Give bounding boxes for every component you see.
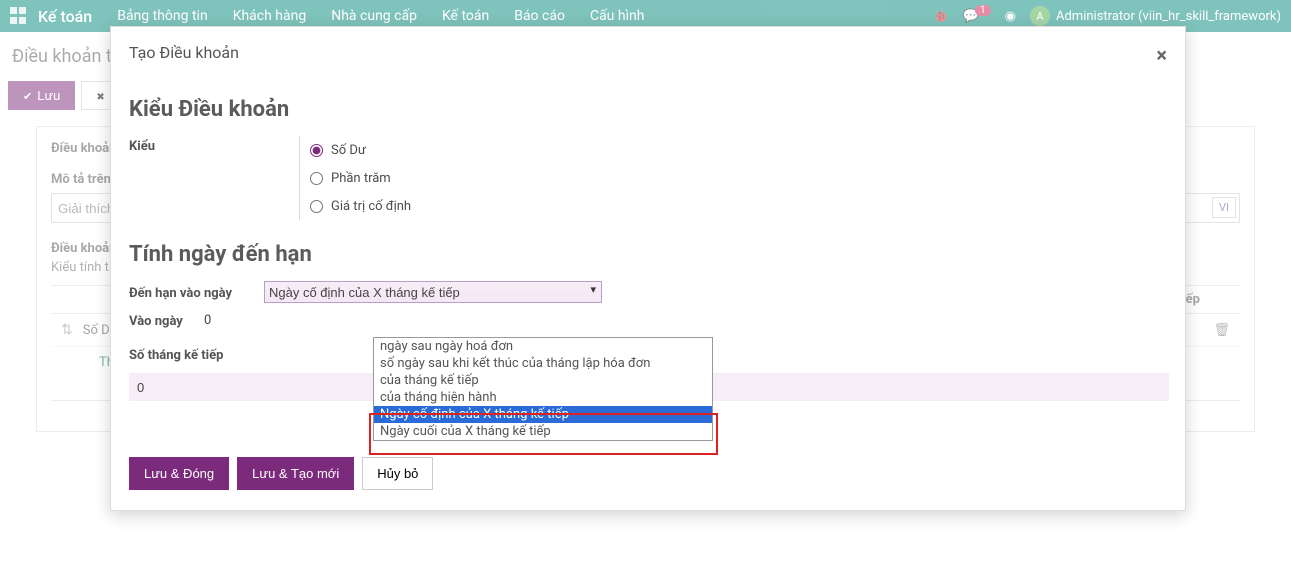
help-icon[interactable]: ◉ bbox=[1005, 9, 1016, 24]
radio-fixed-label: Giá trị cố định bbox=[331, 199, 411, 214]
type-radio-group: Số Dư Phần trăm Giá trị cố định bbox=[299, 136, 1167, 220]
debug-icon[interactable]: 🐞 bbox=[933, 9, 949, 24]
opt-last-day-x-month[interactable]: Ngày cuối của X tháng kế tiếp bbox=[374, 423, 712, 440]
type-heading: Kiểu Điều khoản bbox=[129, 97, 1167, 122]
message-badge: 1 bbox=[975, 5, 991, 16]
save-button[interactable]: Lưu bbox=[8, 81, 75, 110]
opt-days-after-invoice[interactable]: ngày sau ngày hoá đơn bbox=[374, 338, 712, 355]
create-term-modal: Tạo Điều khoản × Kiểu Điều khoản Kiểu Số… bbox=[110, 26, 1186, 511]
radio-percent-label: Phần trăm bbox=[331, 171, 391, 186]
radio-balance-label: Số Dư bbox=[331, 143, 366, 158]
trash-icon[interactable]: 🗑 bbox=[1213, 323, 1230, 338]
apps-icon[interactable] bbox=[10, 7, 28, 25]
save-close-button[interactable]: Lưu & Đóng bbox=[129, 457, 229, 490]
on-day-value[interactable]: 0 bbox=[204, 313, 211, 328]
col-end: ếp bbox=[1186, 292, 1200, 307]
user-name: Administrator (viin_hr_skill_framework) bbox=[1056, 9, 1281, 24]
on-day-label: Vào ngày bbox=[129, 311, 204, 329]
nav-dashboard[interactable]: Bảng thông tin bbox=[117, 8, 207, 24]
nav-customers[interactable]: Khách hàng bbox=[233, 8, 307, 24]
nav-vendors[interactable]: Nhà cung cấp bbox=[331, 8, 417, 24]
due-on-label: Đến hạn vào ngày bbox=[129, 283, 264, 301]
row-type-value: Số D bbox=[83, 323, 110, 338]
radio-balance[interactable] bbox=[310, 144, 323, 157]
type-label: Kiểu bbox=[129, 136, 299, 154]
due-heading: Tính ngày đến hạn bbox=[129, 242, 1167, 267]
opt-next-month[interactable]: của tháng kế tiếp bbox=[374, 372, 712, 389]
opt-current-month[interactable]: của tháng hiện hành bbox=[374, 389, 712, 406]
modal-title: Tạo Điều khoản bbox=[129, 43, 239, 67]
nav-accounting[interactable]: Kế toán bbox=[442, 8, 489, 24]
opt-fixed-day-x-month[interactable]: Ngày cố định của X tháng kế tiếp bbox=[374, 406, 712, 423]
drag-handle-icon[interactable]: ⇅ bbox=[61, 322, 73, 338]
due-on-select[interactable]: Ngày cố định của X tháng kế tiếp bbox=[264, 281, 602, 303]
nav-reports[interactable]: Báo cáo bbox=[514, 8, 565, 24]
avatar: A bbox=[1030, 6, 1050, 26]
due-on-listbox: ngày sau ngày hoá đơn số ngày sau khi kế… bbox=[373, 337, 713, 441]
opt-days-after-month-end[interactable]: số ngày sau khi kết thúc của tháng lập h… bbox=[374, 355, 712, 372]
lang-badge[interactable]: VI bbox=[1212, 197, 1236, 218]
save-new-button[interactable]: Lưu & Tạo mới bbox=[237, 457, 354, 490]
app-name[interactable]: Kế toán bbox=[38, 7, 92, 26]
cancel-button[interactable]: Hủy bỏ bbox=[362, 457, 433, 490]
close-icon[interactable]: × bbox=[1156, 43, 1167, 67]
messages-icon[interactable]: 💬1 bbox=[963, 9, 991, 24]
nav-config[interactable]: Cấu hình bbox=[590, 8, 645, 24]
radio-fixed[interactable] bbox=[310, 200, 323, 213]
user-menu[interactable]: A Administrator (viin_hr_skill_framework… bbox=[1030, 6, 1281, 26]
radio-percent[interactable] bbox=[310, 172, 323, 185]
months-label: Số tháng kế tiếp bbox=[129, 345, 249, 363]
